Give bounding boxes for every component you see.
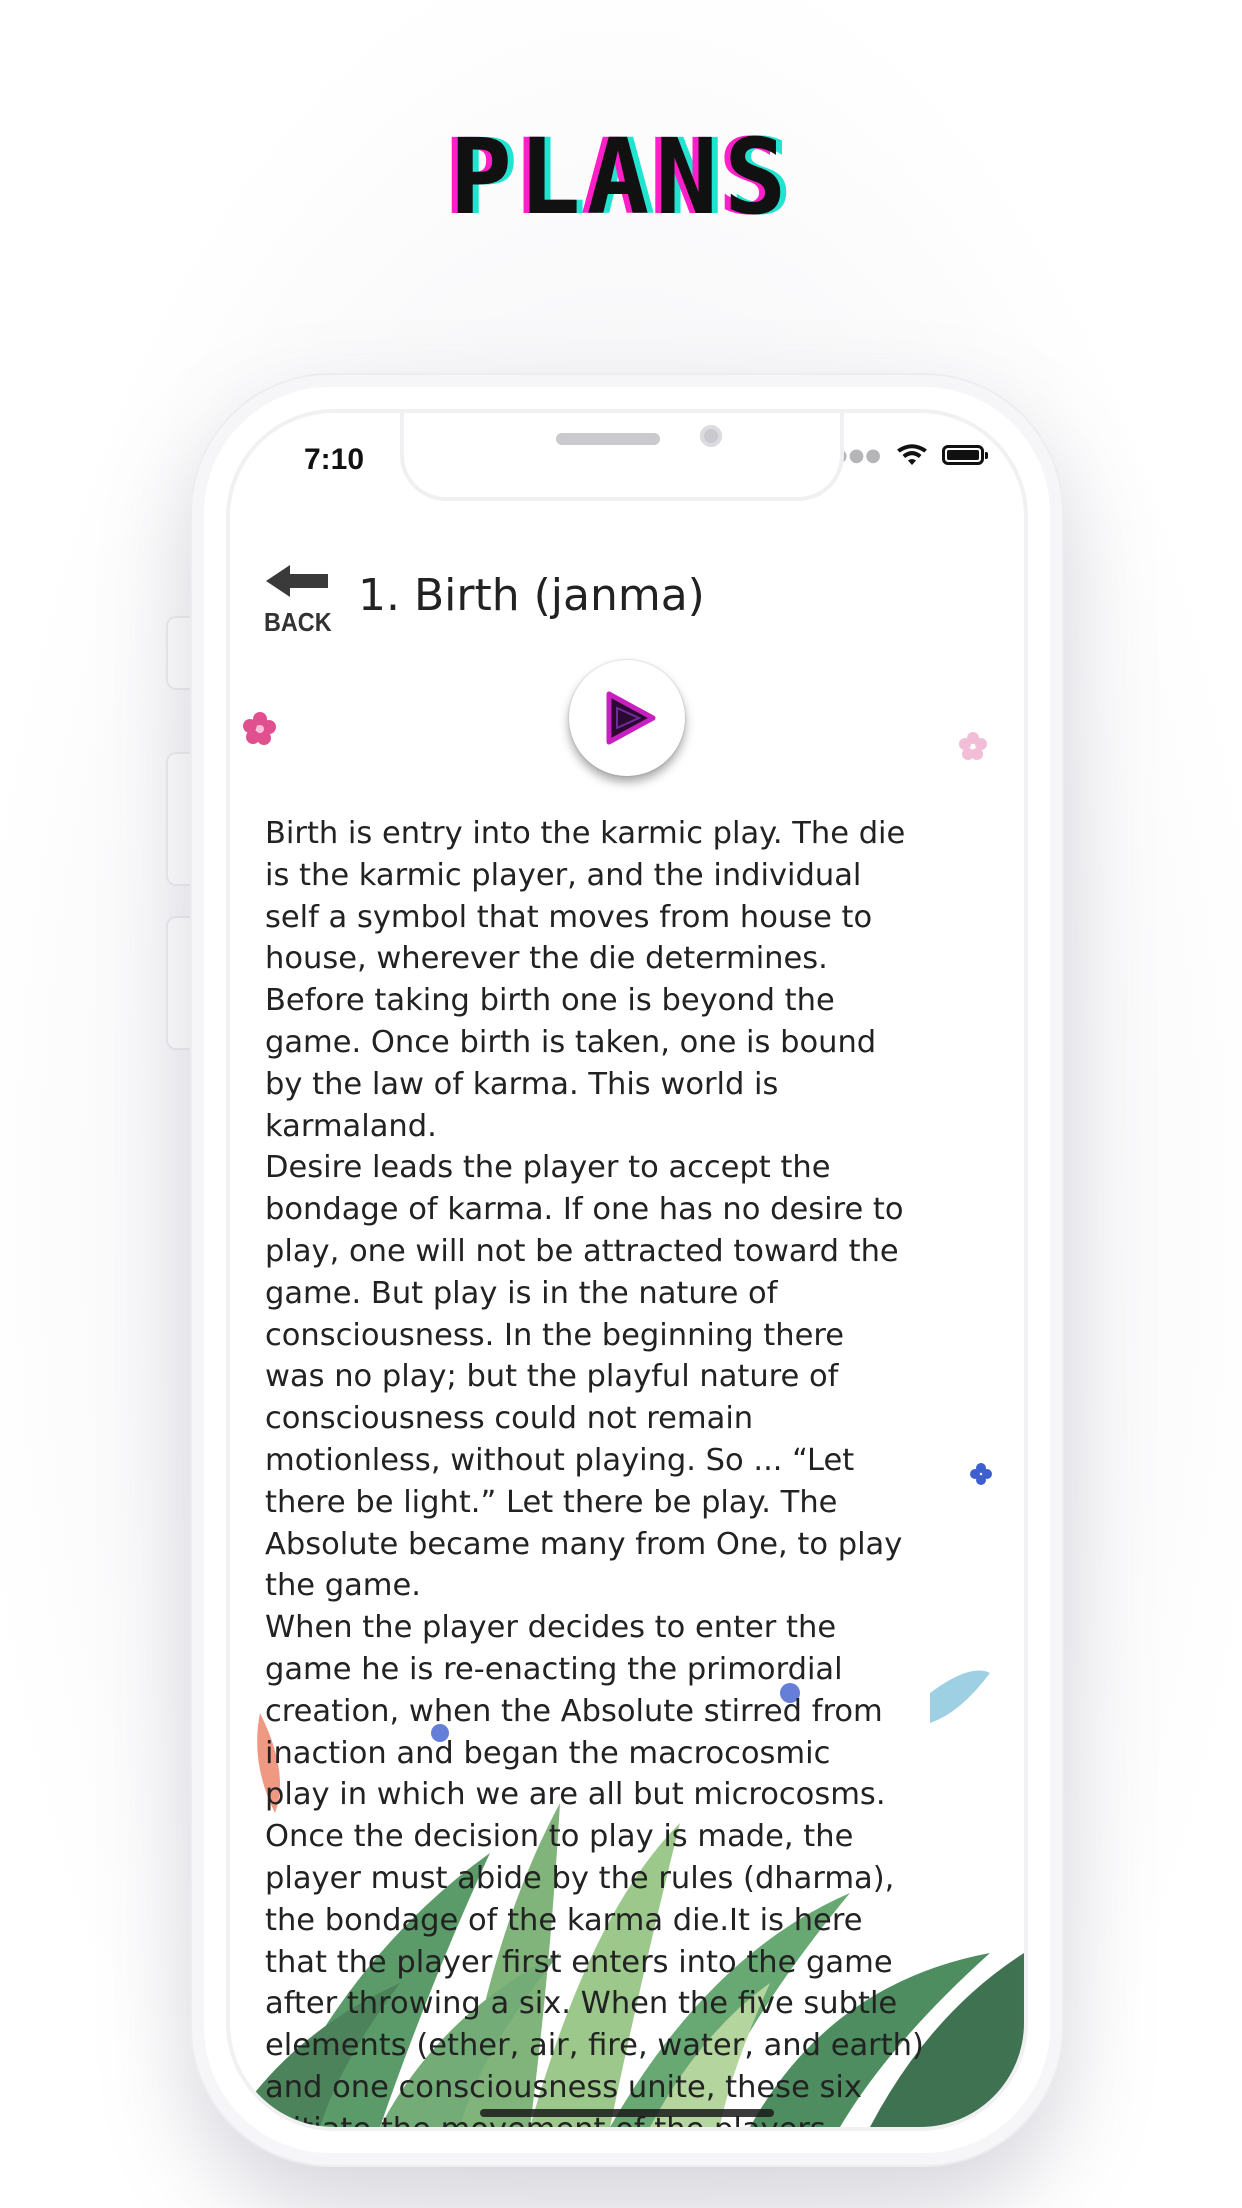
back-arrow-icon [266,565,328,597]
back-label: BACK [264,607,332,637]
body-text: Birth is entry into the karmic play. The… [265,816,924,2127]
pink-flower-decoration [959,732,987,760]
status-time: 7:10 [304,443,365,476]
battery-icon [942,445,988,465]
screen-title: 1. Birth (janma) [358,570,705,621]
front-camera [700,425,722,447]
notch [400,413,844,501]
wifi-icon [897,444,927,465]
home-indicator[interactable] [480,2109,774,2117]
phone-frame: 7:10 ●●●● BACK 1. Birth (janma) Birth is… [190,373,1064,2167]
page-title: PLANS [449,116,793,238]
play-button[interactable] [569,660,685,776]
app-screen: 7:10 ●●●● BACK 1. Birth (janma) Birth is… [230,413,1024,2127]
pink-flower-decoration [243,712,276,745]
speaker-grille [556,433,660,445]
play-icon [606,691,656,745]
back-button[interactable]: BACK [264,563,336,637]
